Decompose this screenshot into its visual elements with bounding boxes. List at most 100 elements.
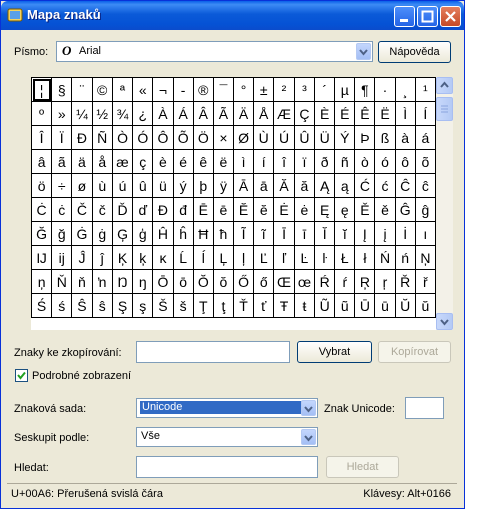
char-cell[interactable]: Ş — [111, 293, 134, 318]
char-cell[interactable]: ń — [394, 245, 416, 270]
char-cell[interactable]: ± — [253, 77, 275, 102]
char-cell[interactable]: ¦ — [30, 77, 53, 102]
minimize-button[interactable] — [394, 6, 415, 27]
char-cell[interactable]: Ø — [232, 125, 255, 150]
char-cell[interactable]: Ũ — [314, 293, 336, 318]
char-cell[interactable]: Ğ — [30, 221, 53, 246]
char-cell[interactable]: ã — [51, 149, 73, 174]
char-cell[interactable]: ā — [253, 173, 275, 198]
char-cell[interactable]: č — [91, 197, 113, 222]
char-cell[interactable]: ŀ — [314, 245, 336, 270]
char-cell[interactable]: ğ — [51, 221, 73, 246]
char-cell[interactable]: İ — [394, 221, 416, 246]
char-cell[interactable]: É — [334, 101, 356, 126]
char-cell[interactable]: ù — [91, 173, 113, 198]
char-cell[interactable]: ê — [192, 149, 214, 174]
char-cell[interactable]: Š — [152, 293, 174, 318]
char-cell[interactable]: Ù — [253, 125, 275, 150]
char-cell[interactable]: Ţ — [192, 293, 214, 318]
copy-button[interactable]: Kopírovat — [378, 341, 451, 363]
char-cell[interactable]: Ü — [314, 125, 336, 150]
advanced-view-label[interactable]: Podrobné zobrazení — [32, 370, 131, 382]
char-cell[interactable]: Ñ — [91, 125, 113, 150]
char-cell[interactable]: ¹ — [414, 77, 437, 102]
char-cell[interactable]: í — [253, 149, 275, 174]
char-cell[interactable]: ņ — [30, 269, 53, 294]
char-cell[interactable]: Ĉ — [394, 173, 416, 198]
char-cell[interactable]: ĉ — [414, 173, 437, 198]
char-cell[interactable]: Û — [293, 125, 316, 150]
char-cell[interactable]: ö — [30, 173, 53, 198]
char-cell[interactable]: ĕ — [253, 197, 275, 222]
char-cell[interactable]: Ē — [192, 197, 214, 222]
char-cell[interactable]: µ — [334, 77, 356, 102]
char-cell[interactable]: ħ — [212, 221, 234, 246]
advanced-view-checkbox[interactable] — [15, 369, 28, 382]
char-cell[interactable]: Ě — [354, 197, 376, 222]
charset-select[interactable]: Unicode — [136, 398, 318, 418]
char-cell[interactable]: Õ — [172, 125, 194, 150]
char-cell[interactable]: ŏ — [212, 269, 234, 294]
char-cell[interactable]: ŋ — [132, 269, 154, 294]
char-cell[interactable]: À — [152, 101, 174, 126]
char-cell[interactable]: ý — [172, 173, 194, 198]
char-cell[interactable]: Ģ — [111, 221, 134, 246]
char-cell[interactable]: ē — [212, 197, 234, 222]
char-cell[interactable]: » — [51, 101, 73, 126]
select-button[interactable]: Vybrat — [297, 341, 372, 363]
char-cell[interactable]: ¬ — [152, 77, 174, 102]
char-cell[interactable]: ñ — [334, 149, 356, 174]
char-cell[interactable]: ř — [414, 269, 437, 294]
char-cell[interactable]: Ŋ — [111, 269, 134, 294]
unicode-field[interactable] — [405, 397, 444, 419]
char-cell[interactable]: ĵ — [91, 245, 113, 270]
char-cell[interactable]: ī — [293, 221, 316, 246]
char-cell[interactable]: ü — [152, 173, 174, 198]
char-cell[interactable]: Ì — [394, 101, 416, 126]
char-cell[interactable]: ´ — [314, 77, 336, 102]
char-cell[interactable]: Ï — [51, 125, 73, 150]
char-cell[interactable]: ũ — [334, 293, 356, 318]
char-cell[interactable]: ¶ — [354, 77, 376, 102]
char-cell[interactable]: ĝ — [414, 197, 437, 222]
char-cell[interactable]: ¨ — [71, 77, 93, 102]
char-cell[interactable]: ø — [71, 173, 93, 198]
char-cell[interactable]: ÷ — [51, 173, 73, 198]
char-cell[interactable]: ś — [51, 293, 73, 318]
char-cell[interactable]: ë — [212, 149, 234, 174]
char-cell[interactable]: à — [394, 125, 416, 150]
grid-scrollbar[interactable] — [436, 77, 453, 330]
char-cell[interactable]: Ŭ — [394, 293, 416, 318]
character-grid[interactable]: ¦ § ¨ © ª «¬ - ® ¯ ° ± ² ³ ´ µ ¶ · ¸ ¹ º» ¼ ½ ¾ ¿ À Á Â Ã Ä Å Æ Ç È É Ê Ë Ì Í… — [30, 77, 437, 330]
char-cell[interactable]: Ð — [71, 125, 93, 150]
char-cell[interactable]: đ — [172, 197, 194, 222]
char-cell[interactable]: û — [132, 173, 154, 198]
char-cell[interactable]: Ę — [314, 197, 336, 222]
char-cell[interactable]: Ķ — [111, 245, 134, 270]
char-cell[interactable]: Ĳ — [30, 245, 53, 270]
char-cell[interactable]: - — [172, 77, 194, 102]
close-button[interactable] — [440, 6, 461, 27]
char-cell[interactable]: ĸ — [152, 245, 174, 270]
font-dropdown-button[interactable] — [356, 43, 371, 60]
char-cell[interactable]: Ń — [374, 245, 396, 270]
char-cell[interactable]: Ë — [374, 101, 396, 126]
char-cell[interactable]: Į — [354, 221, 376, 246]
char-cell[interactable]: Ħ — [192, 221, 214, 246]
scroll-up-button[interactable] — [436, 77, 453, 94]
char-cell[interactable]: Ň — [51, 269, 73, 294]
char-cell[interactable]: ľ — [273, 245, 295, 270]
char-cell[interactable]: ŗ — [374, 269, 396, 294]
char-cell[interactable]: þ — [192, 173, 214, 198]
char-cell[interactable]: · — [374, 77, 396, 102]
char-cell[interactable]: ĭ — [334, 221, 356, 246]
font-select[interactable]: O Arial — [56, 41, 373, 62]
char-cell[interactable]: â — [30, 149, 53, 174]
char-cell[interactable]: Ā — [232, 173, 255, 198]
char-cell[interactable]: Ř — [394, 269, 416, 294]
char-cell[interactable]: ĥ — [172, 221, 194, 246]
char-cell[interactable]: ď — [132, 197, 154, 222]
char-cell[interactable]: Ŕ — [314, 269, 336, 294]
char-cell[interactable]: Ŗ — [354, 269, 376, 294]
copy-field[interactable] — [136, 341, 290, 363]
